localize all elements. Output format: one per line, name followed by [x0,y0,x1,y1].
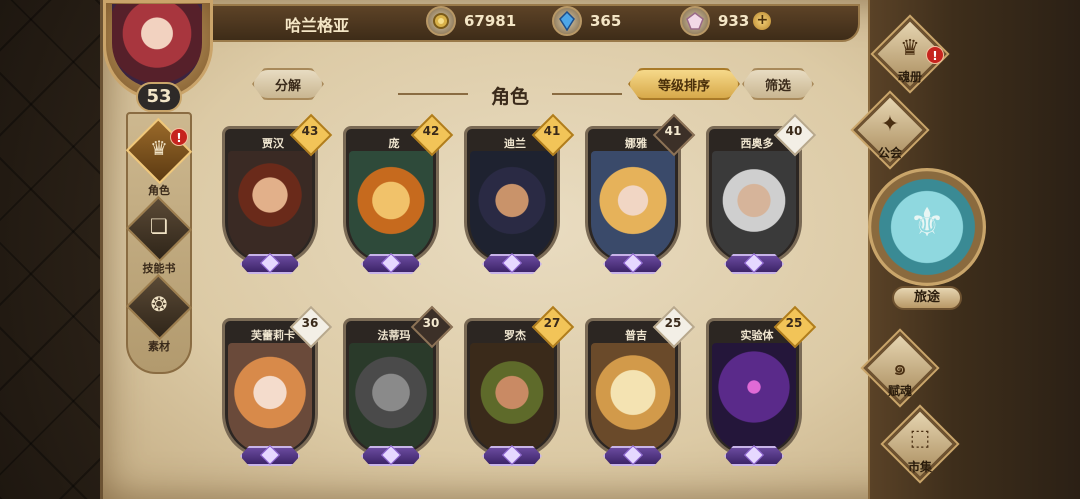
gold-amount: 67981 [464,12,517,30]
hero-card[interactable]: 娜雅 41 [585,113,696,276]
hero-card[interactable]: 贾汉 43 [222,113,333,276]
guild-button[interactable]: ✦ 公会 [842,93,942,168]
hero-level: 25 [664,316,682,330]
hero-card[interactable]: 芙蕾莉卡 36 [222,305,333,468]
crystal-amount: 365 [590,12,622,30]
title-ornament-right [552,93,622,95]
hero-portrait [470,151,554,261]
market-crate-icon: ⬚ [909,426,931,451]
hero-portrait [349,343,433,453]
hero-level: 36 [301,316,319,330]
market-button[interactable]: ⬚ 市集 [872,407,972,482]
gold-resource[interactable]: 67981 [426,5,516,37]
hero-portrait [712,343,796,453]
spiral-icon: ๑ [893,356,907,381]
hero-level: 30 [422,316,440,330]
hero-portrait [591,343,675,453]
hero-card[interactable]: 罗杰 27 [464,305,575,468]
filter-button[interactable]: 筛选 [742,68,814,100]
hero-level: 43 [301,124,319,138]
hero-level: 41 [664,124,682,138]
hero-level: 25 [785,316,803,330]
skillbooks-tab[interactable]: ❏ 技能书 [125,195,193,276]
pink-gem-icon [680,6,710,36]
decompose-button[interactable]: 分解 [252,68,324,100]
book-icon: ❏ [150,214,168,238]
hero-level: 41 [543,124,561,138]
hero-portrait [470,343,554,453]
add-gem-button[interactable]: + [753,12,772,30]
player-level: 53 [136,82,182,112]
blue-crystal-icon [552,6,582,36]
hero-card[interactable]: 庞 42 [343,113,454,276]
hero-portrait [228,343,312,453]
hero-portrait [712,151,796,261]
hero-card[interactable]: 西奥多 40 [706,113,817,276]
hero-card[interactable]: 实验体 25 [706,305,817,468]
sort-by-level-button[interactable]: 等级排序 [628,68,740,100]
guild-label: 公会 [877,146,902,160]
materials-tab[interactable]: ❂ 素材 [125,273,193,354]
hero-card[interactable]: 迪兰 41 [464,113,575,276]
player-name: 哈兰格亚 [285,16,350,35]
hero-level: 42 [422,124,440,138]
heroes-tab[interactable]: ♛ 角色 ! [125,117,193,198]
hero-card[interactable]: 法蒂玛 30 [343,305,454,468]
gem-amount: 933 [718,12,750,30]
guild-icon: ✦ [880,112,900,137]
journey-button[interactable]: ⚜ 旅途 [868,168,986,318]
journey-emblem-icon: ⚜ [909,200,945,246]
hero-portrait [591,151,675,261]
crystal-resource[interactable]: 365 [552,5,621,37]
journey-label: 旅途 [892,286,962,310]
hero-level: 40 [785,124,803,138]
soul-gift-button[interactable]: ๑ 赋魂 [852,331,952,406]
gold-coin-icon [426,6,456,36]
market-label: 市集 [907,460,932,474]
title-ornament-left [398,93,468,95]
gem-resource[interactable]: 933 + [680,5,772,37]
page-title: 角色 [490,86,529,108]
heroes-alert-icon: ! [170,128,188,146]
owl-icon: ❂ [150,292,168,316]
hero-portrait [228,151,312,261]
soul-book-label: 魂册 [897,70,922,84]
hero-card[interactable]: 普吉 25 [585,305,696,468]
soul-gift-label: 赋魂 [887,384,912,398]
hero-portrait [349,151,433,261]
soul-book-button[interactable]: ♛ 魂册 ! [862,17,962,92]
hero-level: 27 [543,316,561,330]
soul-book-alert-icon: ! [926,46,944,64]
